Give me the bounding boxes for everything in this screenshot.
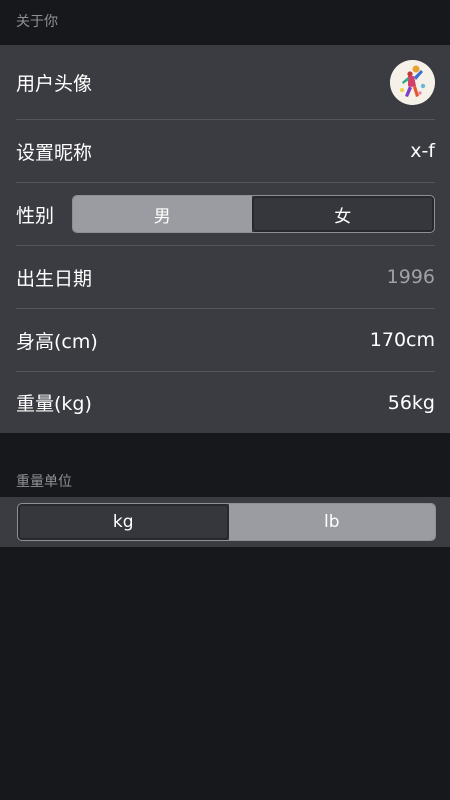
unit-option-lb[interactable]: lb <box>228 504 435 540</box>
about-section-header: 关于你 <box>16 14 58 30</box>
height-label: 身高(cm) <box>16 330 98 353</box>
nickname-value: x-f <box>410 140 435 162</box>
weight-row[interactable]: 重量(kg) 56kg <box>0 372 450 433</box>
profile-card: 用户头像 设置昵称 x-f 性别 男 女 出生日期 1996 身高(cm) 17… <box>0 45 450 433</box>
profile-settings-screen: 关于你 用户头像 设置昵称 x-f 性别 男 女 出生日期 1996 身高(cm… <box>0 0 450 800</box>
gender-option-female[interactable]: 女 <box>251 196 434 232</box>
weight-value: 56kg <box>387 391 435 414</box>
weight-unit-card: kg lb <box>0 497 450 547</box>
gender-segmented-control[interactable]: 男 女 <box>72 195 435 233</box>
nickname-row[interactable]: 设置昵称 x-f <box>0 120 450 182</box>
avatar-label: 用户头像 <box>16 72 93 95</box>
height-value: 170cm <box>369 329 435 351</box>
avatar[interactable] <box>390 59 435 105</box>
weight-unit-section-header: 重量单位 <box>16 474 72 490</box>
birth-date-row[interactable]: 出生日期 1996 <box>0 246 450 308</box>
gender-option-male[interactable]: 男 <box>73 196 252 232</box>
unit-option-kg[interactable]: kg <box>18 504 229 540</box>
birth-date-label: 出生日期 <box>16 267 93 290</box>
height-row[interactable]: 身高(cm) 170cm <box>0 309 450 371</box>
weight-unit-segmented-control[interactable]: kg lb <box>17 503 436 541</box>
gender-row: 性别 男 女 <box>0 183 450 245</box>
gender-label: 性别 <box>16 204 55 227</box>
avatar-image-icon <box>390 59 435 105</box>
birth-date-value: 1996 <box>386 266 435 288</box>
weight-label: 重量(kg) <box>16 393 92 415</box>
avatar-row[interactable]: 用户头像 <box>0 45 450 119</box>
nickname-label: 设置昵称 <box>16 141 93 164</box>
